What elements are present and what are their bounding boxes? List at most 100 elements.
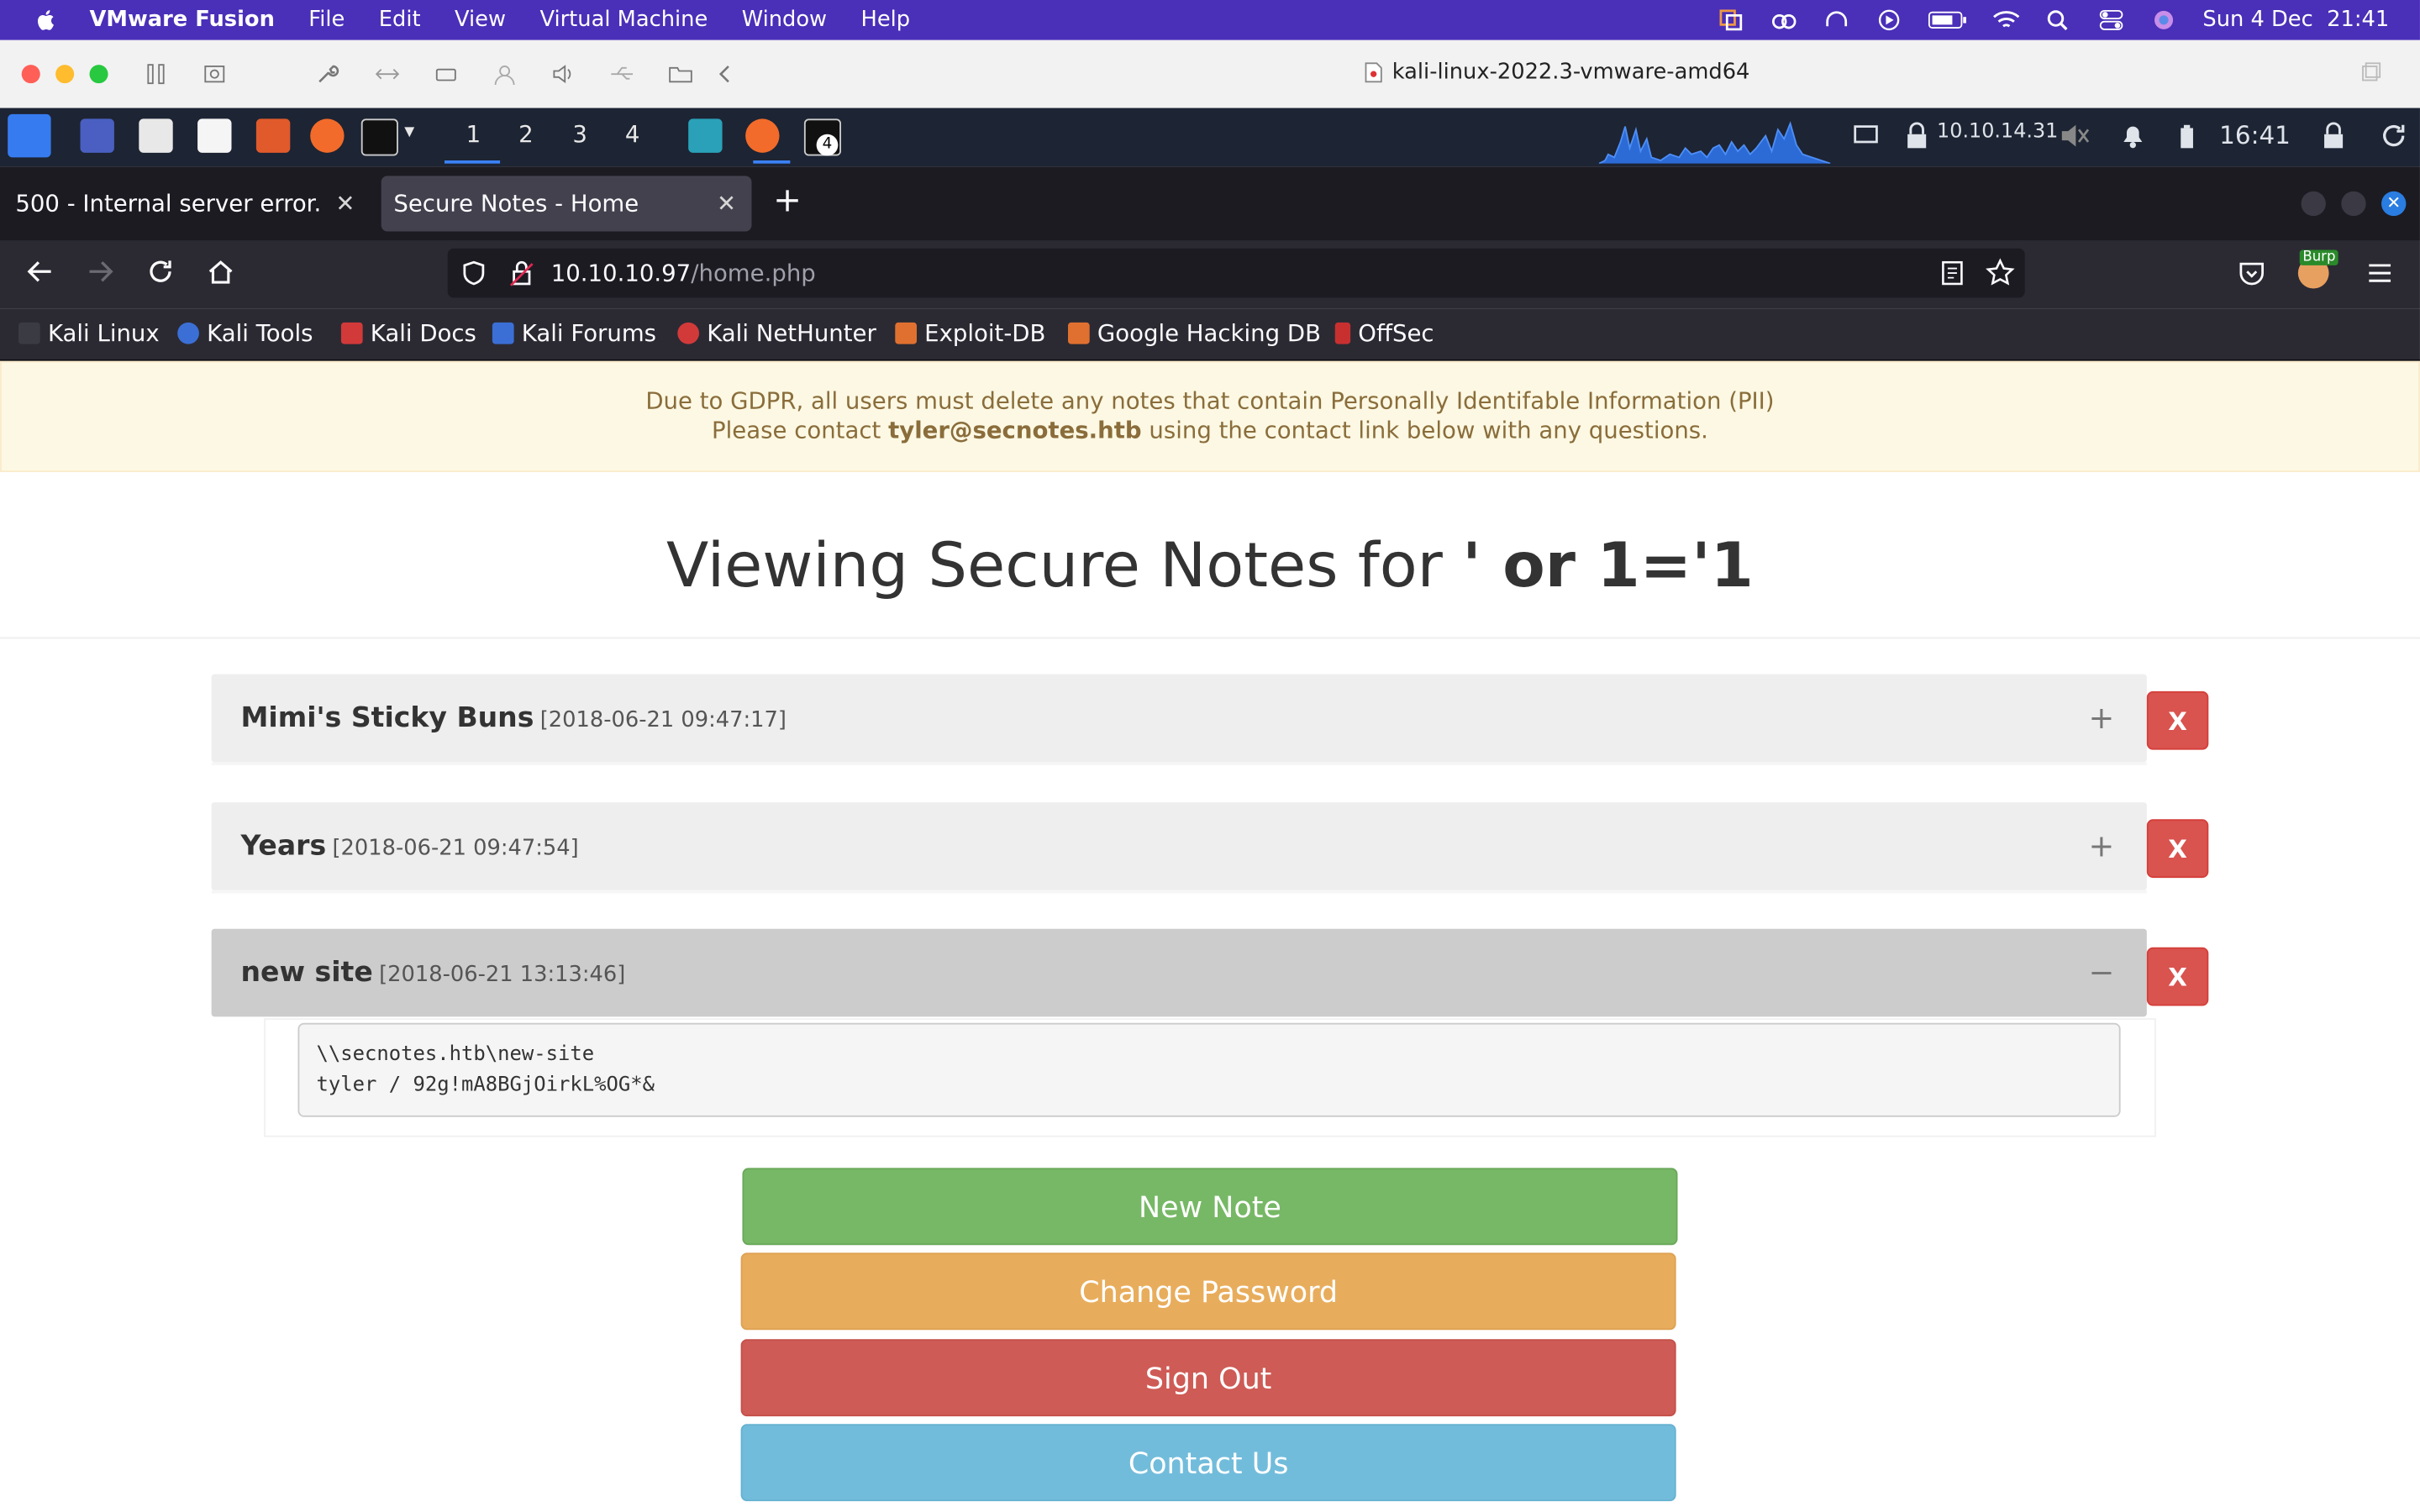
workspace-3[interactable]: 3	[572, 120, 587, 148]
reader-view-icon[interactable]	[1939, 260, 1966, 287]
tracking-shield-icon[interactable]	[460, 260, 487, 287]
firefox-window-icon[interactable]	[745, 118, 780, 153]
collapse-minus-icon[interactable]: −	[2088, 953, 2114, 990]
firefox-launcher-icon[interactable]	[310, 118, 345, 153]
settings-wrench-icon[interactable]	[315, 61, 339, 86]
snapshot-icon[interactable]	[203, 61, 227, 86]
tab-close-icon[interactable]: ✕	[335, 190, 355, 218]
url-text[interactable]: 10.10.10.97/home.php	[551, 260, 816, 287]
note-panel-new-site[interactable]: new site [2018-06-21 13:13:46] −	[211, 928, 2147, 1017]
workspace-1[interactable]: 1	[466, 120, 481, 148]
fullscreen-icon[interactable]	[2358, 61, 2382, 86]
bookmark-kali-forums[interactable]: Kali Forums	[492, 319, 656, 347]
new-tab-plus-icon[interactable]: +	[773, 182, 802, 221]
wifi-icon[interactable]	[1993, 9, 2021, 31]
kali-forums-icon	[492, 322, 514, 344]
delete-note-button[interactable]: X	[2146, 947, 2209, 1006]
power-refresh-icon[interactable]	[2380, 122, 2407, 150]
pocket-icon[interactable]	[2238, 260, 2265, 287]
window-close-button[interactable]	[21, 65, 40, 84]
browser-minimize-button[interactable]	[2301, 191, 2326, 217]
user-icon[interactable]	[492, 61, 517, 86]
note-panel-years[interactable]: Years [2018-06-21 09:47:54] +	[211, 802, 2147, 890]
active-window-indicator	[753, 160, 791, 164]
headphones-icon[interactable]	[1823, 9, 1851, 31]
tab-close-icon[interactable]: ✕	[717, 190, 736, 218]
sound-icon[interactable]	[551, 61, 576, 86]
kali-menu-icon[interactable]	[8, 113, 51, 158]
vpn-ip-address[interactable]: 10.10.14.31	[1937, 120, 2058, 144]
new-note-button[interactable]: New Note	[742, 1168, 1678, 1246]
change-password-button[interactable]: Change Password	[740, 1252, 1676, 1331]
bookmark-offsec[interactable]: OffSec	[1334, 319, 1434, 347]
bookmark-google-hacking-db[interactable]: Google Hacking DB	[1067, 319, 1321, 347]
vpn-lock-icon[interactable]	[1904, 122, 1928, 150]
tab-secure-notes-home[interactable]: Secure Notes - Home ✕	[381, 176, 752, 232]
delete-note-button[interactable]: X	[2146, 819, 2209, 879]
alert-line-1: Due to GDPR, all users must delete any n…	[645, 387, 1775, 416]
shared-folder-icon[interactable]	[668, 61, 692, 86]
text-editor-icon[interactable]	[197, 118, 232, 153]
terminal-launcher-icon[interactable]	[360, 118, 398, 156]
browser-maximize-button[interactable]	[2341, 191, 2366, 217]
insecure-lock-icon[interactable]	[509, 260, 534, 287]
workspace-4[interactable]: 4	[625, 120, 640, 148]
play-icon[interactable]	[1876, 9, 1903, 31]
note-panel-mimis-sticky-buns[interactable]: Mimi's Sticky Buns [2018-06-21 09:47:17] …	[211, 674, 2147, 763]
usb-icon[interactable]	[609, 61, 634, 86]
burp-suite-icon[interactable]	[255, 118, 291, 153]
spotlight-search-icon[interactable]	[2045, 9, 2073, 31]
window-zoom-button[interactable]	[89, 65, 108, 84]
tab-internal-server-error[interactable]: 500 - Internal server error. ✕	[0, 176, 371, 231]
reload-icon[interactable]	[145, 256, 176, 287]
notifications-bell-icon[interactable]	[2119, 122, 2147, 150]
menu-view[interactable]: View	[455, 8, 506, 32]
delete-note-button[interactable]: X	[2146, 690, 2209, 750]
pause-vm-icon[interactable]	[144, 61, 168, 86]
app-window-icon[interactable]	[688, 118, 723, 153]
hamburger-menu-icon[interactable]	[2366, 260, 2394, 287]
menu-app-name[interactable]: VMware Fusion	[90, 8, 275, 32]
page-title-username: ' or 1='1	[1462, 530, 1754, 602]
show-desktop-icon[interactable]	[80, 118, 114, 153]
battery-icon[interactable]	[1928, 9, 1968, 31]
menu-bar-clock[interactable]: Sun 4 Dec 21:41	[2202, 8, 2389, 32]
active-workspace-indicator	[444, 160, 501, 164]
menu-file[interactable]: File	[308, 8, 345, 32]
expand-plus-icon[interactable]: +	[2088, 827, 2114, 864]
home-icon[interactable]	[205, 256, 236, 287]
expand-plus-icon[interactable]: +	[2088, 699, 2114, 736]
file-manager-icon[interactable]	[139, 118, 173, 153]
menu-help[interactable]: Help	[861, 8, 911, 32]
vmware-status-icon[interactable]	[1718, 9, 1746, 31]
collapse-chevron-icon[interactable]	[713, 61, 738, 86]
menu-virtual-machine[interactable]: Virtual Machine	[539, 8, 708, 32]
bookmark-kali-nethunter[interactable]: Kali NetHunter	[677, 319, 876, 347]
panel-clock[interactable]: 16:41	[2219, 120, 2291, 150]
disk-icon[interactable]	[434, 61, 458, 86]
bookmark-exploit-db[interactable]: Exploit-DB	[895, 319, 1045, 347]
bookmark-kali-docs[interactable]: Kali Docs	[340, 319, 476, 347]
window-minimize-button[interactable]	[55, 65, 75, 84]
siri-icon[interactable]	[2150, 9, 2178, 31]
bookmark-kali-linux[interactable]: Kali Linux	[18, 319, 160, 347]
menu-window[interactable]: Window	[742, 8, 827, 32]
bookmark-star-icon[interactable]	[1985, 258, 2016, 289]
back-arrow-icon[interactable]	[24, 256, 55, 287]
muted-speaker-icon[interactable]	[2059, 122, 2090, 150]
forward-arrow-icon[interactable]	[85, 256, 116, 287]
menu-edit[interactable]: Edit	[379, 8, 421, 32]
lock-screen-icon[interactable]	[2321, 122, 2345, 150]
workspace-2[interactable]: 2	[518, 120, 534, 148]
creative-cloud-icon[interactable]	[1770, 9, 1798, 31]
apple-icon[interactable]	[31, 8, 62, 32]
contact-us-button[interactable]: Contact Us	[740, 1424, 1676, 1502]
bookmark-kali-tools[interactable]: Kali Tools	[177, 319, 313, 347]
sign-out-button[interactable]: Sign Out	[740, 1339, 1676, 1417]
battery-panel-icon[interactable]	[2176, 122, 2198, 150]
resize-icon[interactable]	[375, 61, 400, 86]
browser-close-button[interactable]: ✕	[2381, 191, 2407, 217]
display-icon[interactable]	[1852, 123, 1880, 148]
control-center-icon[interactable]	[2097, 9, 2125, 31]
terminal-dropdown-chevron-icon[interactable]: ▾	[404, 120, 414, 144]
